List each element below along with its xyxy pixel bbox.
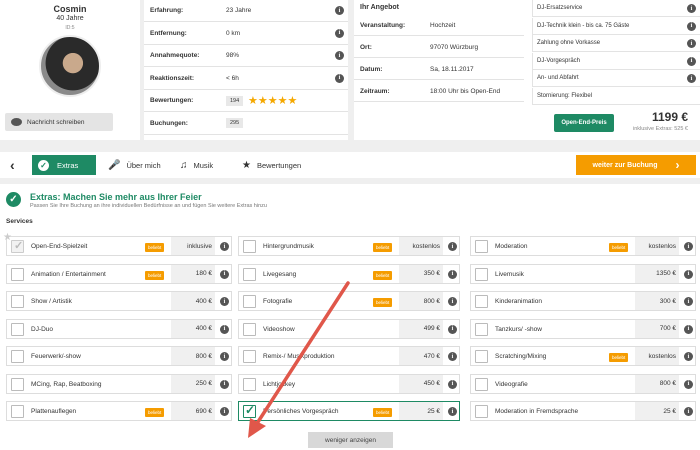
annotation-arrow — [248, 281, 350, 438]
show-less-button[interactable]: weniger anzeigen — [308, 432, 393, 448]
